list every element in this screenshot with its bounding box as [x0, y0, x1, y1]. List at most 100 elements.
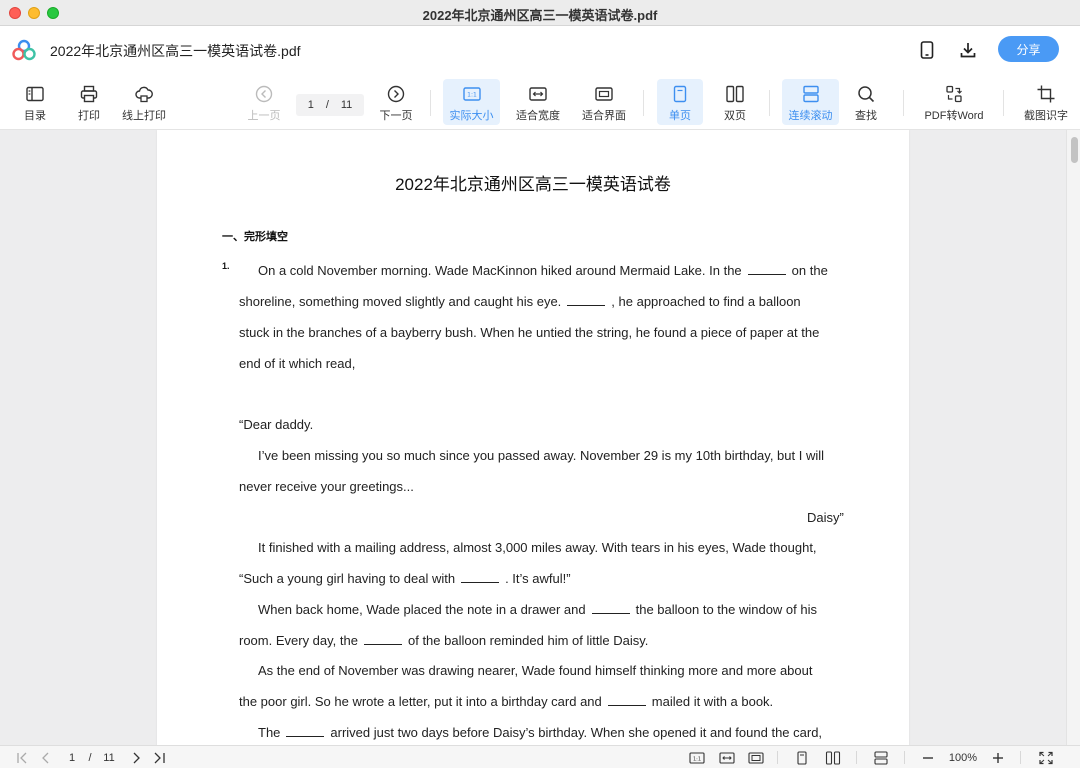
answer-blank	[363, 635, 402, 645]
single-page-icon[interactable]	[794, 750, 810, 766]
fit-window-label: 适合界面	[582, 110, 626, 122]
search-button[interactable]: 查找	[846, 79, 886, 125]
document-heading: 2022年北京通州区高三一模英语试卷	[395, 175, 671, 194]
toolbar-divider	[643, 90, 644, 116]
zoom-in-icon[interactable]	[990, 750, 1006, 766]
toolbar-divider	[1003, 90, 1004, 116]
zoom-out-icon[interactable]	[920, 750, 936, 766]
next-page-icon[interactable]	[128, 750, 144, 766]
download-icon[interactable]	[957, 39, 979, 61]
page-number-input[interactable]: 1 / 11	[296, 94, 364, 116]
text-line: the poor girl. So he wrote a letter, put…	[239, 694, 774, 709]
status-divider	[856, 751, 857, 764]
status-page-separator: /	[88, 752, 92, 764]
text-line: It finished with a mailing address, almo…	[258, 540, 817, 555]
first-page-icon[interactable]	[14, 750, 32, 766]
double-page-label: 双页	[724, 110, 746, 122]
online-print-button[interactable]: 线上打印	[118, 79, 170, 125]
document-viewer[interactable]: 2022年北京通州区高三一模英语试卷 一、完形填空 1. On a cold N…	[0, 130, 1080, 745]
toolbar-divider	[903, 90, 904, 116]
fit-width-icon[interactable]	[718, 750, 736, 766]
fit-window-icon[interactable]	[747, 750, 765, 766]
crop-icon	[1037, 85, 1055, 103]
chevron-right-circle-icon	[387, 85, 405, 103]
window-title: 2022年北京通州区高三一模英语试卷.pdf	[422, 8, 658, 23]
toolbar-divider	[430, 90, 431, 116]
toc-button[interactable]: 目录	[16, 79, 54, 125]
single-page-icon	[673, 85, 687, 103]
document-title: 2022年北京通州区高三一模英语试卷.pdf	[50, 43, 301, 59]
toc-icon	[26, 86, 44, 102]
double-page-button[interactable]: 双页	[714, 79, 756, 125]
continuous-scroll-icon	[802, 85, 819, 103]
print-label: 打印	[78, 110, 100, 122]
continuous-scroll-icon[interactable]	[872, 750, 890, 766]
answer-blank	[567, 296, 606, 306]
status-divider	[777, 751, 778, 764]
fit-width-button[interactable]: 适合宽度	[512, 79, 564, 125]
zoom-level[interactable]: 100%	[944, 750, 982, 766]
prev-page-label: 上一页	[247, 110, 281, 122]
next-page-button[interactable]: 下一页	[374, 79, 418, 125]
answer-blank	[747, 265, 786, 275]
actual-size-button[interactable]: 1:1 实际大小	[443, 79, 500, 125]
text-line: room. Every day, the of the balloon remin…	[239, 633, 649, 648]
ocr-button[interactable]: 截图识字	[1018, 79, 1074, 125]
question-number: 1.	[222, 261, 230, 271]
fit-window-button[interactable]: 适合界面	[578, 79, 630, 125]
text-line: I’ve been missing you so much since you …	[258, 448, 825, 463]
printer-icon	[80, 85, 98, 103]
current-page: 1	[307, 99, 314, 111]
single-page-label: 单页	[669, 110, 691, 122]
fit-window-icon	[595, 87, 613, 101]
double-page-icon[interactable]	[824, 750, 842, 766]
continuous-scroll-label: 连续滚动	[788, 110, 833, 122]
total-pages: 11	[340, 99, 353, 111]
share-button[interactable]: 分享	[998, 36, 1059, 62]
section-heading: 一、完形填空	[222, 231, 288, 243]
search-icon	[858, 86, 875, 103]
svg-text:1:1: 1:1	[467, 91, 477, 98]
actual-size-label: 实际大小	[449, 110, 494, 122]
last-page-icon[interactable]	[150, 750, 168, 766]
text-line: As the end of November was drawing neare…	[258, 663, 813, 678]
search-label: 查找	[855, 110, 877, 122]
pdf-to-word-label: PDF转Word	[924, 110, 984, 122]
actual-size-icon: 1:1	[462, 87, 481, 101]
status-divider	[1020, 751, 1021, 764]
actual-size-icon[interactable]: 1:1	[688, 750, 706, 766]
text-line: On a cold November morning. Wade MacKinn…	[258, 263, 828, 278]
double-page-icon	[726, 85, 744, 103]
convert-icon	[946, 85, 962, 103]
text-line: When back home, Wade placed the note in …	[258, 602, 818, 617]
text-line-signature: Daisy”	[807, 510, 844, 525]
vertical-scrollbar[interactable]	[1066, 130, 1080, 745]
text-line: The arrived just two days before Daisy’s …	[258, 725, 823, 740]
scrollbar-thumb[interactable]	[1071, 137, 1078, 163]
app-header: 2022年北京通州区高三一模英语试卷.pdf 分享	[0, 26, 1080, 74]
answer-blank	[461, 573, 500, 583]
ocr-label: 截图识字	[1024, 110, 1068, 122]
text-line: shoreline, something moved slightly and …	[239, 294, 801, 309]
status-total-pages: 11	[103, 752, 115, 764]
pdf-to-word-button[interactable]: PDF转Word	[918, 79, 990, 125]
prev-page-icon[interactable]	[38, 750, 54, 766]
fit-width-label: 适合宽度	[516, 110, 560, 122]
answer-blank	[607, 696, 646, 706]
single-page-button[interactable]: 单页	[657, 79, 703, 125]
answer-blank	[286, 727, 325, 737]
next-page-label: 下一页	[379, 110, 413, 122]
status-bar: 1 / 11 1:1 100%	[0, 745, 1080, 768]
print-button[interactable]: 打印	[70, 79, 108, 125]
toolbar-divider	[769, 90, 770, 116]
main-toolbar: 目录 打印 线上打印 上一页 1 / 11 下一页 1:1 实际大小 适合宽度 …	[0, 74, 1080, 130]
toc-label: 目录	[24, 110, 46, 122]
mobile-icon[interactable]	[916, 39, 938, 61]
window-titlebar: 2022年北京通州区高三一模英语试卷.pdf	[0, 0, 1080, 26]
status-current-page[interactable]: 1	[64, 750, 80, 766]
continuous-scroll-button[interactable]: 连续滚动	[782, 79, 839, 125]
text-line: end of it which read,	[239, 356, 356, 371]
prev-page-button[interactable]: 上一页	[242, 79, 286, 125]
fullscreen-icon[interactable]	[1037, 750, 1055, 766]
text-line: “Such a young girl having to deal with. …	[239, 571, 571, 586]
